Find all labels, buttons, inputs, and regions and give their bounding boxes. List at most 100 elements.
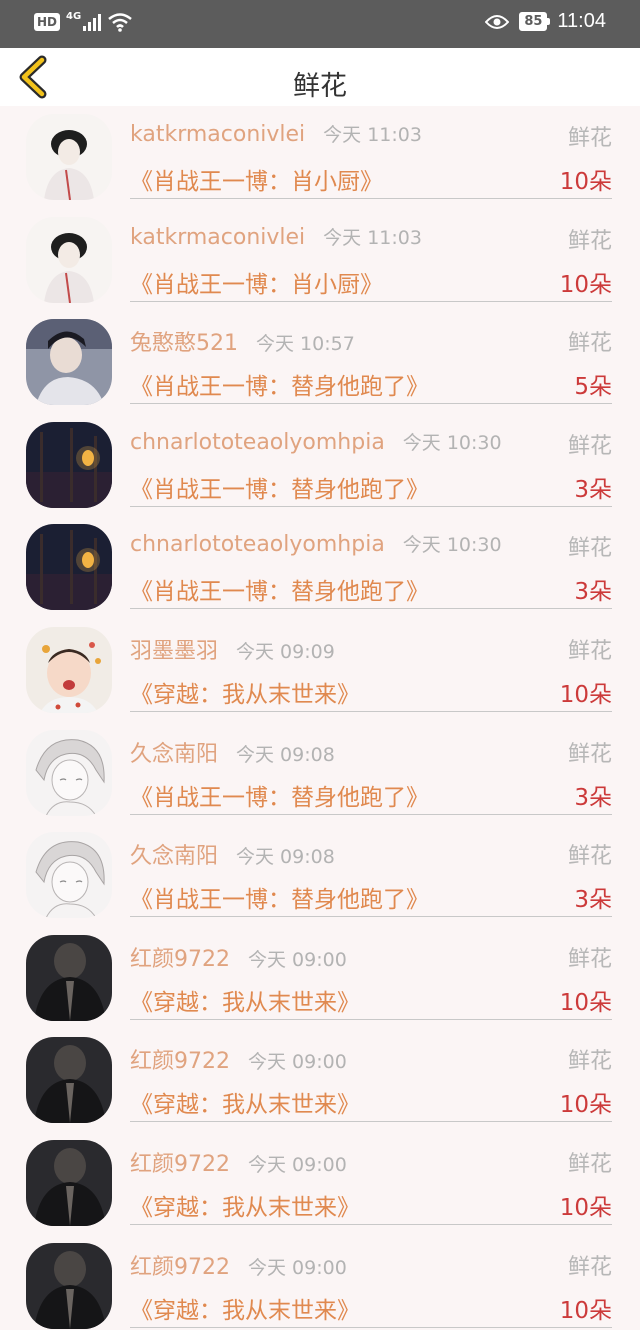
- gift-time: 今天 09:00: [248, 1256, 347, 1279]
- book-title[interactable]: 《穿越：我从末世来》: [130, 1291, 360, 1325]
- user-name-text[interactable]: 久念南阳: [130, 742, 218, 767]
- gift-time: 今天 09:08: [236, 743, 335, 766]
- user-name[interactable]: 久念南阳 今天 09:08: [130, 736, 335, 768]
- avatar[interactable]: [26, 934, 112, 1021]
- status-right: 85 11:04: [485, 10, 606, 33]
- list-item[interactable]: 兔憨憨521 今天 10:57 鲜花 《肖战王一博：替身他跑了》 5朵: [0, 311, 640, 414]
- gift-type: 鲜花: [567, 1254, 612, 1280]
- gift-type: 鲜花: [567, 1151, 612, 1177]
- avatar[interactable]: [26, 216, 112, 303]
- avatar-baby: [26, 626, 112, 713]
- gift-time: 今天 10:57: [256, 333, 355, 356]
- user-name-text[interactable]: 兔憨憨521: [130, 331, 238, 356]
- avatar[interactable]: [26, 421, 112, 508]
- list-item[interactable]: 久念南阳 今天 09:08 鲜花 《肖战王一博：替身他跑了》 3朵: [0, 824, 640, 927]
- book-title[interactable]: 《穿越：我从末世来》: [130, 1085, 360, 1119]
- gift-type: 鲜花: [567, 331, 612, 357]
- book-title[interactable]: 《穿越：我从末世来》: [130, 675, 360, 709]
- list-item[interactable]: chnarlototeaolyomhpia 今天 10:30 鲜花 《肖战王一博：…: [0, 516, 640, 619]
- flower-count: 10朵: [559, 681, 612, 708]
- divider: [130, 1121, 612, 1123]
- user-name-text[interactable]: katkrmaconivlei: [130, 122, 305, 147]
- book-title[interactable]: 《肖战王一博：肖小厨》: [130, 265, 383, 299]
- list-item[interactable]: katkrmaconivlei 今天 11:03 鲜花 《肖战王一博：肖小厨》 1…: [0, 106, 640, 209]
- avatar[interactable]: [26, 114, 112, 200]
- user-name[interactable]: katkrmaconivlei 今天 11:03: [130, 223, 422, 250]
- user-name[interactable]: 红颜9722 今天 09:00: [130, 1249, 347, 1281]
- avatar[interactable]: [26, 1242, 112, 1329]
- book-title[interactable]: 《穿越：我从末世来》: [130, 1188, 360, 1222]
- divider: [130, 505, 612, 507]
- avatar[interactable]: [26, 729, 112, 816]
- book-title[interactable]: 《肖战王一博：肖小厨》: [130, 162, 383, 196]
- list-item[interactable]: 红颜9722 今天 09:00 鲜花 《穿越：我从末世来》 10朵: [0, 927, 640, 1030]
- avatar[interactable]: [26, 626, 112, 713]
- divider: [130, 608, 612, 610]
- signal-icon: [83, 13, 102, 31]
- list-item[interactable]: 红颜9722 今天 09:00 鲜花 《穿越：我从末世来》 10朵: [0, 1029, 640, 1132]
- flower-count: 10朵: [559, 271, 612, 298]
- avatar[interactable]: [26, 1139, 112, 1226]
- gift-type: 鲜花: [567, 844, 612, 870]
- avatar-night-lantern: [26, 524, 112, 611]
- gift-time: 今天 10:30: [402, 431, 502, 454]
- book-title[interactable]: 《肖战王一博：替身他跑了》: [130, 880, 429, 914]
- list-item[interactable]: katkrmaconivlei 今天 11:03 鲜花 《肖战王一博：肖小厨》 1…: [0, 209, 640, 312]
- list-item[interactable]: chnarlototeaolyomhpia 今天 10:30 鲜花 《肖战王一博：…: [0, 414, 640, 517]
- user-name-text[interactable]: katkrmaconivlei: [130, 225, 305, 250]
- avatar-photo-man: [26, 319, 112, 406]
- divider: [130, 813, 612, 815]
- list-item[interactable]: 红颜9722 今天 09:00 鲜花 《穿越：我从末世来》 10朵: [0, 1132, 640, 1235]
- user-name[interactable]: 兔憨憨521 今天 10:57: [130, 325, 355, 357]
- user-name-text[interactable]: 红颜9722: [130, 1152, 230, 1177]
- user-name-text[interactable]: 羽墨墨羽: [130, 639, 218, 664]
- book-title[interactable]: 《肖战王一博：替身他跑了》: [130, 572, 429, 606]
- avatar-dark-person: [26, 1037, 112, 1124]
- user-name-text[interactable]: chnarlototeaolyomhpia: [130, 430, 385, 455]
- list-item[interactable]: 红颜9722 今天 09:00 鲜花 《穿越：我从末世来》 10朵: [0, 1235, 640, 1330]
- user-name-text[interactable]: 红颜9722: [130, 1049, 230, 1074]
- gift-type: 鲜花: [567, 946, 612, 972]
- avatar[interactable]: [26, 832, 112, 919]
- avatar[interactable]: [26, 1037, 112, 1124]
- user-name[interactable]: 久念南阳 今天 09:08: [130, 838, 335, 870]
- user-name[interactable]: chnarlototeaolyomhpia 今天 10:30: [130, 530, 502, 557]
- user-name[interactable]: katkrmaconivlei 今天 11:03: [130, 120, 422, 147]
- user-name[interactable]: 羽墨墨羽 今天 09:09: [130, 633, 335, 665]
- user-name-text[interactable]: 红颜9722: [130, 1255, 230, 1280]
- flower-count: 5朵: [574, 374, 612, 401]
- wifi-icon: [108, 13, 132, 32]
- user-name[interactable]: 红颜9722 今天 09:00: [130, 941, 347, 973]
- avatar-dark-person: [26, 1139, 112, 1226]
- flower-gift-list: katkrmaconivlei 今天 11:03 鲜花 《肖战王一博：肖小厨》 1…: [0, 106, 640, 1330]
- flower-count: 3朵: [574, 579, 612, 606]
- flower-count: 3朵: [574, 476, 612, 503]
- divider: [130, 300, 612, 302]
- book-title[interactable]: 《肖战王一博：替身他跑了》: [130, 778, 429, 812]
- list-item[interactable]: 久念南阳 今天 09:08 鲜花 《肖战王一博：替身他跑了》 3朵: [0, 722, 640, 825]
- book-title[interactable]: 《肖战王一博：替身他跑了》: [130, 470, 429, 504]
- book-title[interactable]: 《肖战王一博：替身他跑了》: [130, 367, 429, 401]
- avatar[interactable]: [26, 319, 112, 406]
- list-item[interactable]: 羽墨墨羽 今天 09:09 鲜花 《穿越：我从末世来》 10朵: [0, 619, 640, 722]
- header: 鲜花: [0, 48, 640, 106]
- user-name-text[interactable]: chnarlototeaolyomhpia: [130, 532, 385, 557]
- avatar-dark-person: [26, 1242, 112, 1329]
- flower-count: 10朵: [559, 1194, 612, 1221]
- user-name-text[interactable]: 红颜9722: [130, 947, 230, 972]
- divider: [130, 1018, 612, 1020]
- gift-type: 鲜花: [567, 228, 612, 254]
- eye-icon: [485, 14, 510, 29]
- user-name-text[interactable]: 久念南阳: [130, 844, 218, 869]
- flower-count: 10朵: [559, 169, 612, 195]
- user-name[interactable]: 红颜9722 今天 09:00: [130, 1146, 347, 1178]
- flower-count: 10朵: [559, 1297, 612, 1324]
- gift-time: 今天 09:00: [248, 948, 347, 971]
- book-title[interactable]: 《穿越：我从末世来》: [130, 983, 360, 1017]
- network-type: 4G: [66, 10, 82, 22]
- hd-badge: HD: [34, 13, 61, 31]
- avatar-sketch-boy: [26, 216, 112, 303]
- avatar[interactable]: [26, 524, 112, 611]
- user-name[interactable]: 红颜9722 今天 09:00: [130, 1043, 347, 1075]
- user-name[interactable]: chnarlototeaolyomhpia 今天 10:30: [130, 428, 502, 455]
